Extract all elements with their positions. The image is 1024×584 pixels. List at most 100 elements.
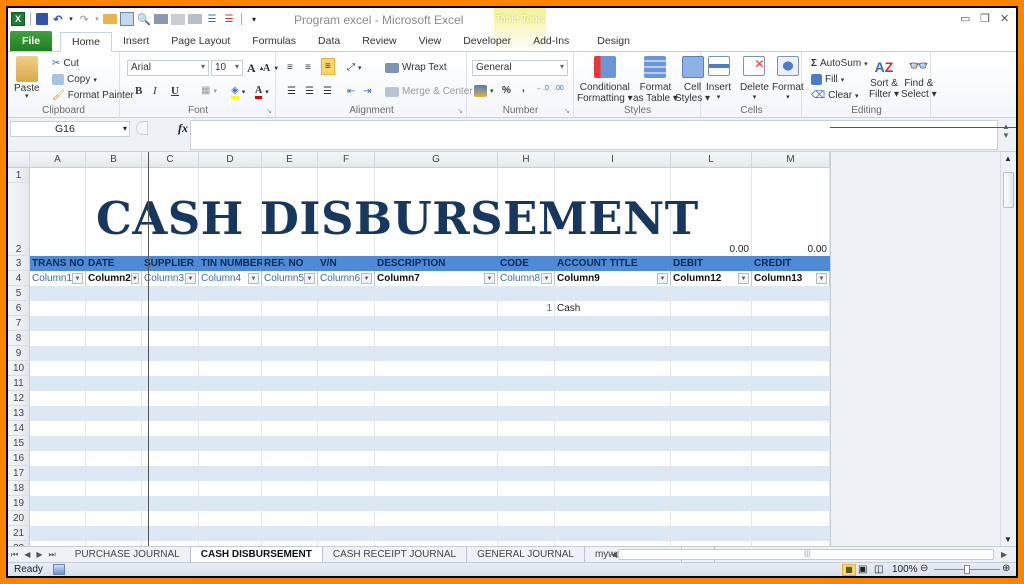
print-icon[interactable] bbox=[154, 14, 168, 24]
cell[interactable] bbox=[142, 451, 199, 466]
cell[interactable] bbox=[318, 436, 375, 451]
cell[interactable] bbox=[752, 421, 830, 436]
cell[interactable] bbox=[30, 466, 86, 481]
cell[interactable] bbox=[318, 511, 375, 526]
cell[interactable] bbox=[318, 301, 375, 316]
filter-header-cell[interactable]: Column6 ▼ bbox=[318, 271, 375, 286]
fill-button[interactable]: Fill ▾ bbox=[811, 74, 844, 85]
tab-data[interactable]: Data bbox=[307, 31, 351, 51]
cell[interactable] bbox=[375, 466, 498, 481]
cell[interactable] bbox=[498, 168, 555, 183]
cell[interactable] bbox=[199, 316, 262, 331]
scroll-right-icon[interactable]: ▶ bbox=[1001, 550, 1007, 559]
cell[interactable] bbox=[671, 526, 752, 541]
filter-dropdown-icon[interactable]: ▼ bbox=[657, 273, 668, 284]
cell[interactable] bbox=[142, 316, 199, 331]
cell[interactable] bbox=[142, 481, 199, 496]
percent-button[interactable]: % bbox=[502, 85, 511, 96]
filter-dropdown-icon[interactable]: ▼ bbox=[248, 273, 259, 284]
cell[interactable] bbox=[262, 466, 318, 481]
prev-sheet-icon[interactable]: ◀ bbox=[24, 550, 30, 559]
cell[interactable] bbox=[30, 286, 86, 301]
cell[interactable] bbox=[555, 168, 671, 183]
cell[interactable] bbox=[30, 346, 86, 361]
cell[interactable] bbox=[199, 421, 262, 436]
cell[interactable] bbox=[498, 496, 555, 511]
account-title-cell[interactable]: Cash bbox=[555, 301, 671, 316]
tab-page-layout[interactable]: Page Layout bbox=[160, 31, 241, 51]
cell[interactable] bbox=[142, 168, 199, 183]
cell[interactable] bbox=[498, 451, 555, 466]
cell[interactable] bbox=[262, 496, 318, 511]
comma-button[interactable]: , bbox=[522, 83, 525, 94]
cell[interactable] bbox=[142, 331, 199, 346]
align-bottom-button[interactable]: ≡ bbox=[321, 58, 335, 75]
row-header[interactable]: 21 bbox=[8, 526, 30, 541]
cell[interactable] bbox=[375, 391, 498, 406]
row-header[interactable]: 8 bbox=[8, 331, 30, 346]
underline-button[interactable]: U bbox=[171, 85, 179, 97]
cell[interactable] bbox=[199, 376, 262, 391]
cell[interactable] bbox=[86, 511, 142, 526]
cell[interactable] bbox=[30, 451, 86, 466]
restore-icon[interactable]: ❐ bbox=[980, 12, 990, 25]
next-sheet-icon[interactable]: ▶ bbox=[36, 550, 42, 559]
cell[interactable] bbox=[86, 301, 142, 316]
decrease-decimal-button[interactable]: .00 bbox=[554, 85, 564, 92]
page-layout-view-icon[interactable]: ▣ bbox=[858, 564, 867, 575]
cell[interactable] bbox=[375, 451, 498, 466]
cell[interactable] bbox=[142, 391, 199, 406]
cell[interactable] bbox=[199, 526, 262, 541]
cell[interactable] bbox=[671, 391, 752, 406]
tab-view[interactable]: View bbox=[408, 31, 453, 51]
cell[interactable] bbox=[318, 451, 375, 466]
customize-qat-icon[interactable]: ▾ bbox=[247, 12, 261, 26]
calc-icon[interactable] bbox=[171, 13, 185, 25]
column-header-b[interactable]: B bbox=[86, 152, 142, 168]
row-header[interactable]: 10 bbox=[8, 361, 30, 376]
cell[interactable] bbox=[30, 496, 86, 511]
cell[interactable] bbox=[752, 496, 830, 511]
cell[interactable] bbox=[752, 361, 830, 376]
cell[interactable] bbox=[671, 466, 752, 481]
filter-header-cell[interactable]: Column7 ▼ bbox=[375, 271, 498, 286]
row-header[interactable]: 5 bbox=[8, 286, 30, 301]
align-middle-button[interactable]: ≡ bbox=[305, 62, 311, 73]
cell[interactable] bbox=[30, 301, 86, 316]
merge-center-button[interactable]: Merge & Center▾ bbox=[385, 86, 479, 97]
cell[interactable] bbox=[375, 361, 498, 376]
zoom-in-icon[interactable]: ⊕ bbox=[1002, 563, 1010, 574]
column-header-e[interactable]: E bbox=[262, 152, 318, 168]
filter-header-cell[interactable]: Column9 ▼ bbox=[555, 271, 671, 286]
orientation-button[interactable]: ⤢ ▾ bbox=[347, 62, 362, 73]
cell[interactable] bbox=[752, 331, 830, 346]
cell[interactable] bbox=[262, 301, 318, 316]
cell[interactable] bbox=[262, 346, 318, 361]
cell[interactable] bbox=[671, 436, 752, 451]
select-all-corner[interactable] bbox=[8, 152, 30, 168]
cell[interactable] bbox=[262, 481, 318, 496]
cell[interactable] bbox=[86, 316, 142, 331]
tab-design[interactable]: Design bbox=[586, 31, 641, 51]
align-center-button[interactable]: ☰ bbox=[305, 86, 314, 97]
cell[interactable] bbox=[671, 511, 752, 526]
cell[interactable] bbox=[86, 168, 142, 183]
dialog-launcher-icon[interactable]: ↘ bbox=[457, 107, 463, 115]
autosum-button[interactable]: Σ AutoSum ▾ bbox=[811, 58, 868, 69]
cell[interactable] bbox=[555, 496, 671, 511]
cell[interactable] bbox=[199, 451, 262, 466]
cell[interactable] bbox=[375, 406, 498, 421]
first-sheet-icon[interactable]: ⏮ bbox=[11, 550, 18, 560]
cell[interactable] bbox=[142, 406, 199, 421]
cell[interactable] bbox=[142, 421, 199, 436]
credit-total[interactable]: 0.00 bbox=[752, 183, 830, 256]
cell[interactable] bbox=[671, 406, 752, 421]
font-color-button[interactable]: A ▾ bbox=[255, 85, 269, 99]
accounting-format-button[interactable]: ▾ bbox=[474, 85, 494, 97]
cell[interactable] bbox=[752, 286, 830, 301]
cell[interactable] bbox=[498, 361, 555, 376]
cell[interactable] bbox=[86, 361, 142, 376]
cell[interactable] bbox=[318, 466, 375, 481]
cell[interactable] bbox=[375, 331, 498, 346]
format-as-table-button[interactable]: Format as Table ▾ bbox=[633, 56, 678, 104]
